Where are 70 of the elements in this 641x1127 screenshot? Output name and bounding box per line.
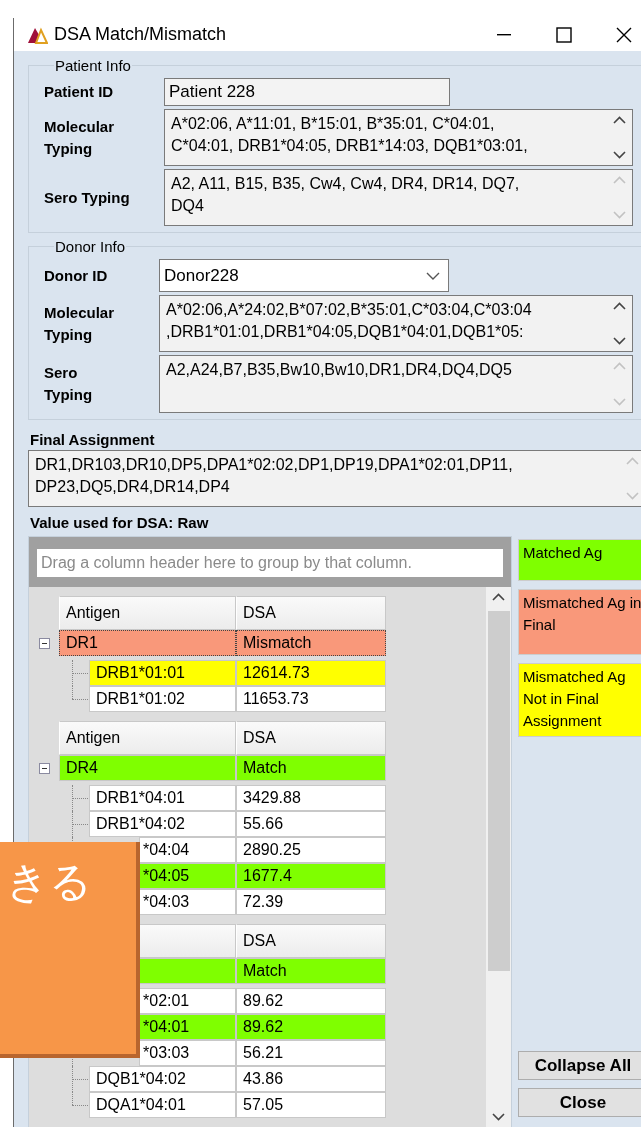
table-cell: 57.05 <box>236 1092 386 1118</box>
field-label: Sero Typing <box>44 363 94 405</box>
table-cell: 56.21 <box>236 1040 386 1066</box>
field-label: Donor ID <box>44 265 109 286</box>
table-cell: 43.86 <box>236 1066 386 1092</box>
text-area[interactable]: A*02:06,A*24:02,B*07:02,B*35:01,C*03:04,C*03:04 ,DRB1*01:01,DRB1*04:05,DQB1*04:01,DQB1*05: <box>159 295 633 352</box>
table-cell: DRB1*04:02 <box>89 811 236 837</box>
column-header[interactable]: DSA <box>236 596 386 630</box>
legend-item: Mismatched Ag in Final <box>518 589 641 655</box>
column-header[interactable]: DSA <box>236 924 386 958</box>
window-title: DSA Match/Mismatch <box>54 24 228 45</box>
scroll-up-icon[interactable] <box>492 593 505 601</box>
group-row-cell[interactable]: Match <box>236 755 386 781</box>
table-cell: DRB1*04:01 <box>89 785 236 811</box>
dropdown-icon[interactable] <box>426 271 440 280</box>
table-cell: 89.62 <box>236 1014 386 1040</box>
section-label: Final Assignment <box>29 430 156 450</box>
table-cell: *04:03 <box>139 889 236 915</box>
table-cell: 3429.88 <box>236 785 386 811</box>
table-cell: DRB1*01:01 <box>89 660 236 686</box>
section-label: Value used for DSA: Raw <box>29 513 210 533</box>
field-label: Molecular Typing <box>44 116 116 159</box>
group-row-cell[interactable]: Match <box>236 958 386 984</box>
column-header[interactable]: Antigen <box>59 596 236 630</box>
table-cell: 2890.25 <box>236 837 386 863</box>
field-label: Sero Typing <box>44 187 131 208</box>
id-dropdown[interactable]: Donor228 <box>159 259 449 292</box>
field-label: Molecular Typing <box>44 302 116 345</box>
collapse-icon[interactable] <box>38 637 50 649</box>
text-area[interactable]: A*02:06, A*11:01, B*15:01, B*35:01, C*04:01, C*04:01, DRB1*04:05, DRB1*14:03, DQB1*03:01, <box>164 109 633 166</box>
table-cell: *04:04 <box>139 837 236 863</box>
group-title: Donor Info <box>54 238 127 255</box>
table-cell: 72.39 <box>236 889 386 915</box>
table-cell: *03:03 <box>139 1040 236 1066</box>
close-button[interactable]: Close <box>518 1088 641 1117</box>
minimize-icon[interactable] <box>497 33 511 36</box>
id-field[interactable]: Patient 228 <box>164 78 450 106</box>
collapse-icon[interactable] <box>38 762 50 774</box>
maximize-icon[interactable] <box>556 26 572 43</box>
group-row-cell[interactable]: DR4 <box>59 755 236 781</box>
table-cell: 1677.4 <box>236 863 386 889</box>
field-label: Patient ID <box>44 82 115 102</box>
group-by-area[interactable]: Drag a column header here to group by that column. <box>37 549 503 577</box>
scrollbar[interactable] <box>486 587 511 1127</box>
collapse-all-button[interactable]: Collapse All <box>518 1051 641 1080</box>
table-cell: 89.62 <box>236 988 386 1014</box>
legend-item: Matched Ag <box>518 539 641 581</box>
close-icon[interactable] <box>616 26 632 43</box>
table-cell: *04:01 <box>139 1014 236 1040</box>
legend-item: Mismatched Ag Not in Final Assignment <box>518 663 641 737</box>
scroll-down-icon[interactable] <box>612 151 626 159</box>
table-cell: DQA1*04:01 <box>89 1092 236 1118</box>
column-header[interactable]: DSA <box>236 721 386 755</box>
group-row-cell[interactable]: DR1 <box>59 630 236 656</box>
table-cell: 11653.73 <box>236 686 386 712</box>
callout-text: きる <box>5 856 92 908</box>
scroll-up-icon[interactable] <box>612 116 626 124</box>
scroll-down-icon[interactable] <box>612 337 626 345</box>
table-cell: 12614.73 <box>236 660 386 686</box>
group-row-cell[interactable] <box>139 958 236 984</box>
table-cell: DQB1*04:02 <box>89 1066 236 1092</box>
scroll-down-icon[interactable] <box>492 1113 505 1121</box>
scroll-up-icon[interactable] <box>612 302 626 310</box>
group-row-cell[interactable]: Mismatch <box>236 630 386 656</box>
table-cell: DRB1*01:02 <box>89 686 236 712</box>
table-cell: *02:01 <box>139 988 236 1014</box>
table-cell: *04:05 <box>139 863 236 889</box>
table-cell: 55.66 <box>236 811 386 837</box>
column-header[interactable]: Antigen <box>59 721 236 755</box>
group-title: Patient Info <box>54 57 132 74</box>
